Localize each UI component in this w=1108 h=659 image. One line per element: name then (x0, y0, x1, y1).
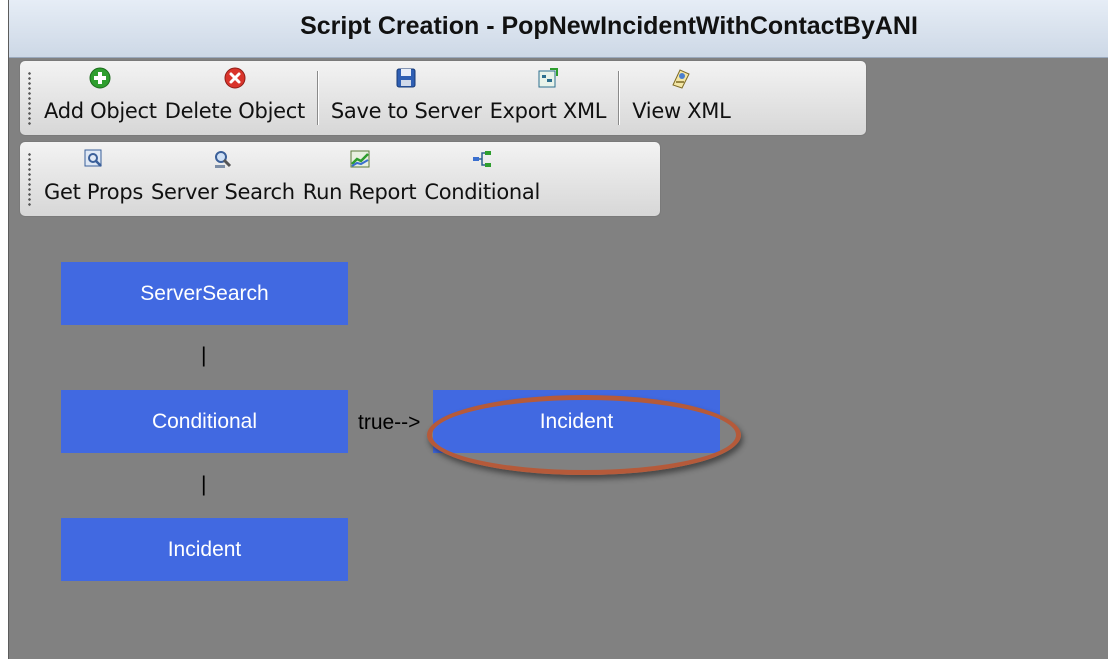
toolbar-separator (618, 71, 621, 125)
get-props-button[interactable]: Get Props (40, 142, 147, 216)
save-to-server-button[interactable]: Save to Server (327, 61, 486, 135)
view-xml-button[interactable]: View XML (628, 61, 734, 135)
flow-node-conditional[interactable]: Conditional (61, 390, 348, 453)
view-xml-icon (668, 65, 694, 91)
flow-node-incident[interactable]: Incident (61, 518, 348, 581)
floppy-disk-icon (393, 65, 419, 91)
chart-report-icon (347, 146, 373, 172)
flow-node-serversearch[interactable]: ServerSearch (61, 262, 348, 325)
delete-object-label: Delete Object (164, 99, 305, 123)
toolbar-main: Add Object Delete Object Save to Server (19, 60, 867, 136)
toolbar-separator (316, 71, 319, 125)
conditional-label: Conditional (424, 180, 540, 204)
flow-node-incident-true[interactable]: Incident (433, 390, 720, 453)
title-bar: Script Creation - PopNewIncidentWithCont… (9, 0, 1108, 58)
run-report-button[interactable]: Run Report (299, 142, 421, 216)
flow-connector-vertical: | (201, 344, 207, 367)
toolbar-grip-handle[interactable] (28, 152, 31, 206)
add-green-plus-icon (87, 65, 113, 91)
branch-flow-icon (469, 146, 495, 172)
add-object-button[interactable]: Add Object (40, 61, 161, 135)
save-to-server-label: Save to Server (330, 99, 482, 123)
flow-connector-vertical: | (201, 473, 207, 496)
window-title: Script Creation - PopNewIncidentWithCont… (300, 12, 918, 40)
server-search-label: Server Search (151, 180, 295, 204)
conditional-button[interactable]: Conditional (420, 142, 544, 216)
server-search-button[interactable]: Server Search (147, 142, 299, 216)
view-xml-label: View XML (632, 99, 731, 123)
script-creation-window: Script Creation - PopNewIncidentWithCont… (8, 0, 1108, 659)
properties-search-icon (81, 146, 107, 172)
toolbar-grip-handle[interactable] (28, 71, 31, 125)
add-object-label: Add Object (44, 99, 157, 123)
delete-red-x-icon (222, 65, 248, 91)
flow-connector-true-branch: true--> (358, 411, 421, 434)
delete-object-button[interactable]: Delete Object (161, 61, 309, 135)
toolbar-secondary: Get Props Server Search Run Report Condi… (19, 141, 661, 217)
get-props-label: Get Props (44, 180, 143, 204)
export-xml-label: Export XML (489, 99, 607, 123)
export-xml-icon (535, 65, 561, 91)
server-search-icon (210, 146, 236, 172)
export-xml-button[interactable]: Export XML (486, 61, 611, 135)
run-report-label: Run Report (302, 180, 417, 204)
